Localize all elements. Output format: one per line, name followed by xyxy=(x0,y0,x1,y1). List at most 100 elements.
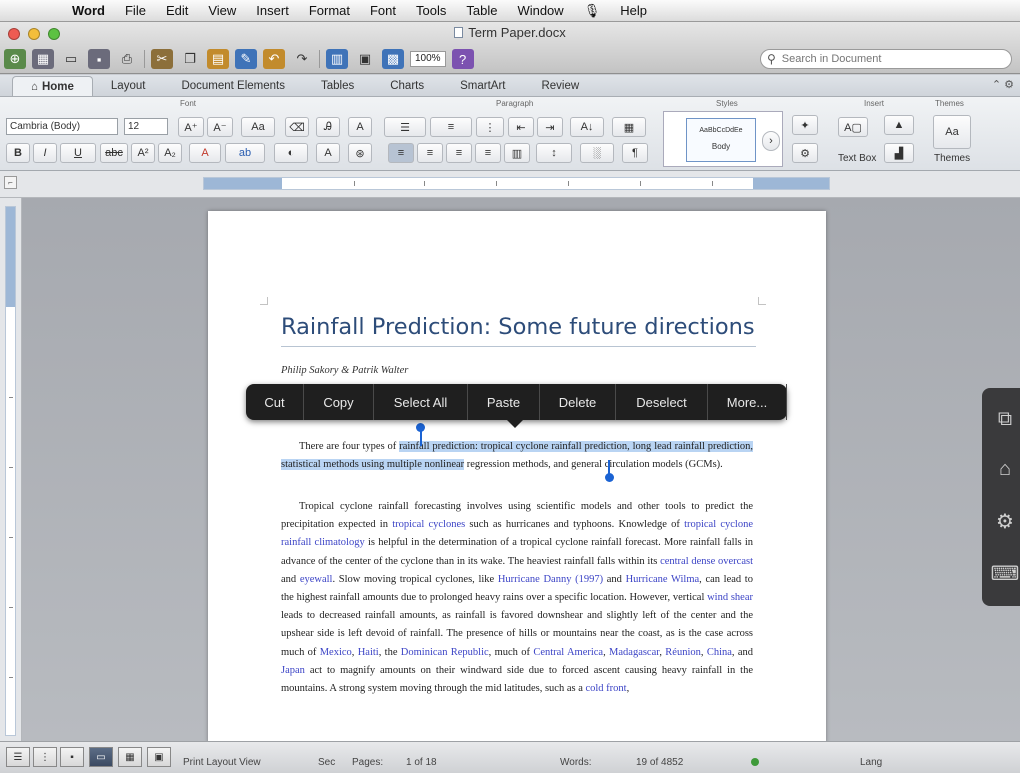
subscript-icon[interactable]: A₂ xyxy=(158,143,182,163)
styles-next-icon[interactable]: › xyxy=(762,131,780,151)
format-painter-icon[interactable]: ✎ xyxy=(235,49,257,69)
more-button[interactable]: More... xyxy=(708,384,787,420)
copy-button[interactable]: Copy xyxy=(304,384,374,420)
italic-icon[interactable]: I xyxy=(33,143,57,163)
sort-icon[interactable]: A↓ xyxy=(570,117,604,137)
align-left-icon[interactable]: ≡ xyxy=(388,143,414,163)
open-icon[interactable]: ▭ xyxy=(60,49,82,69)
paragraph-1[interactable]: There are four types of rainfall predict… xyxy=(281,438,753,474)
tag-icon[interactable]: ⌂ xyxy=(990,454,1020,484)
document-authors[interactable]: Philip Sakory & Patrik Walter xyxy=(281,365,408,376)
publishing-view-icon[interactable]: ▪ xyxy=(60,747,84,767)
menu-tools[interactable]: Tools xyxy=(416,3,446,18)
text-effects-icon[interactable]: Ꭿ xyxy=(316,117,340,137)
clipboard-icon[interactable]: ⧉ xyxy=(990,404,1020,434)
text-style-icon[interactable]: A xyxy=(348,117,372,137)
themes-icon[interactable]: Aa xyxy=(933,115,971,149)
insert-shape-picture-icon[interactable]: ▲ xyxy=(884,115,914,135)
hyperlink[interactable]: Hurricane Danny (1997) xyxy=(498,574,603,585)
save-icon[interactable]: ▪ xyxy=(88,49,110,69)
help-icon[interactable]: ? xyxy=(451,49,474,69)
cut-icon[interactable]: ✂ xyxy=(151,49,173,69)
strikethrough-icon[interactable]: abc xyxy=(100,143,128,163)
align-right-icon[interactable]: ≡ xyxy=(446,143,472,163)
hyperlink[interactable]: Dominican Republic xyxy=(401,647,489,658)
bullets-icon[interactable]: ☰ xyxy=(384,117,426,137)
tab-charts[interactable]: Charts xyxy=(372,76,442,96)
menu-edit[interactable]: Edit xyxy=(166,3,188,18)
phonetic-guide-icon[interactable]: ⊛ xyxy=(348,143,372,163)
hyperlink[interactable]: tropical cyclones xyxy=(392,519,465,530)
hyperlink[interactable]: Central America xyxy=(533,647,603,658)
menu-view[interactable]: View xyxy=(208,3,236,18)
menu-format[interactable]: Format xyxy=(309,3,350,18)
new-document-icon[interactable]: ⊕ xyxy=(4,49,26,69)
top-margin-marker[interactable] xyxy=(6,207,15,307)
menu-font[interactable]: Font xyxy=(370,3,396,18)
insert-picture-icon[interactable]: ⚙ xyxy=(792,143,818,163)
print-icon[interactable]: ⎙ xyxy=(116,49,138,69)
left-margin-marker[interactable] xyxy=(204,178,282,189)
shading-icon[interactable]: ░ xyxy=(580,143,614,163)
copy-icon[interactable]: ❐ xyxy=(179,49,201,69)
hyperlink[interactable]: Réunion xyxy=(665,647,701,658)
highlight-color-icon[interactable]: ab xyxy=(225,143,265,163)
tab-layout[interactable]: Layout xyxy=(93,76,164,96)
search-input[interactable] xyxy=(781,53,982,65)
sidebar-toggle-icon[interactable]: ▥ xyxy=(326,49,348,69)
menu-window[interactable]: Window xyxy=(517,3,563,18)
increase-indent-icon[interactable]: ⇥ xyxy=(537,117,563,137)
line-spacing-icon[interactable]: ↕ xyxy=(536,143,572,163)
show-formatting-icon[interactable]: ¶ xyxy=(622,143,648,163)
document-page[interactable]: Rainfall Prediction: Some future directi… xyxy=(208,211,826,743)
notebook-view-icon[interactable]: ▦ xyxy=(118,747,142,767)
style-body-swatch[interactable]: AaBbCcDdEe Body xyxy=(686,118,756,162)
numbering-icon[interactable]: ≡ xyxy=(430,117,472,137)
align-center-icon[interactable]: ≡ xyxy=(417,143,443,163)
insert-shape-icon[interactable]: ✦ xyxy=(792,115,818,135)
settings-gear-icon[interactable]: ⚙ xyxy=(990,506,1020,536)
text-outline-icon[interactable]: A xyxy=(316,143,340,163)
hyperlink[interactable]: wind shear xyxy=(707,592,753,603)
search-field[interactable]: ⚲ xyxy=(760,49,1012,69)
columns-icon[interactable]: ▥ xyxy=(504,143,530,163)
templates-icon[interactable]: ▦ xyxy=(32,49,54,69)
hyperlink[interactable]: Hurricane Wilma xyxy=(626,574,700,585)
tab-tables[interactable]: Tables xyxy=(303,76,372,96)
decrease-indent-icon[interactable]: ⇤ xyxy=(508,117,534,137)
tab-review[interactable]: Review xyxy=(523,76,597,96)
spelling-check-icon[interactable] xyxy=(751,758,759,766)
toolbox-icon[interactable]: ▩ xyxy=(382,49,404,69)
ribbon-collapse-icon[interactable]: ⌃ ⚙ xyxy=(992,78,1014,91)
justify-icon[interactable]: ≡ xyxy=(475,143,501,163)
hyperlink[interactable]: Haiti xyxy=(358,647,379,658)
shrink-font-icon[interactable]: A⁻ xyxy=(207,117,233,137)
bold-icon[interactable]: B xyxy=(6,143,30,163)
select-all-button[interactable]: Select All xyxy=(374,384,468,420)
paste-icon[interactable]: ▤ xyxy=(207,49,229,69)
menu-table[interactable]: Table xyxy=(466,3,497,18)
hyperlink[interactable]: Madagascar xyxy=(609,647,659,658)
change-case-icon[interactable]: Aa xyxy=(241,117,275,137)
vertical-ruler[interactable] xyxy=(0,198,22,741)
hyperlink[interactable]: central dense overcast xyxy=(660,556,753,567)
script-menu-icon[interactable]: 🎙 xyxy=(584,3,601,19)
horizontal-ruler[interactable] xyxy=(203,177,830,190)
hyperlink[interactable]: eyewall xyxy=(300,574,333,585)
multilevel-list-icon[interactable]: ⋮ xyxy=(476,117,504,137)
menu-app-word[interactable]: Word xyxy=(72,3,105,18)
tab-document-elements[interactable]: Document Elements xyxy=(163,76,303,96)
tab-home[interactable]: ⌂ Home xyxy=(12,76,93,96)
paragraph-2[interactable]: Tropical cyclone rainfall forecasting in… xyxy=(281,498,753,698)
focus-view-icon[interactable]: ▣ xyxy=(147,747,171,767)
selection-end-handle[interactable] xyxy=(605,473,614,482)
insert-chart-icon[interactable]: ▟ xyxy=(884,143,914,163)
text-fill-icon[interactable]: ◐ xyxy=(274,143,308,163)
redo-icon[interactable]: ↷ xyxy=(291,49,313,69)
font-name-select[interactable]: Cambria (Body) xyxy=(6,118,118,135)
hyperlink[interactable]: Mexico xyxy=(320,647,352,658)
document-heading[interactable]: Rainfall Prediction: Some future directi… xyxy=(281,314,756,347)
text-box-icon[interactable]: A▢ xyxy=(838,117,868,137)
paste-button[interactable]: Paste xyxy=(468,384,540,420)
delete-button[interactable]: Delete xyxy=(540,384,616,420)
